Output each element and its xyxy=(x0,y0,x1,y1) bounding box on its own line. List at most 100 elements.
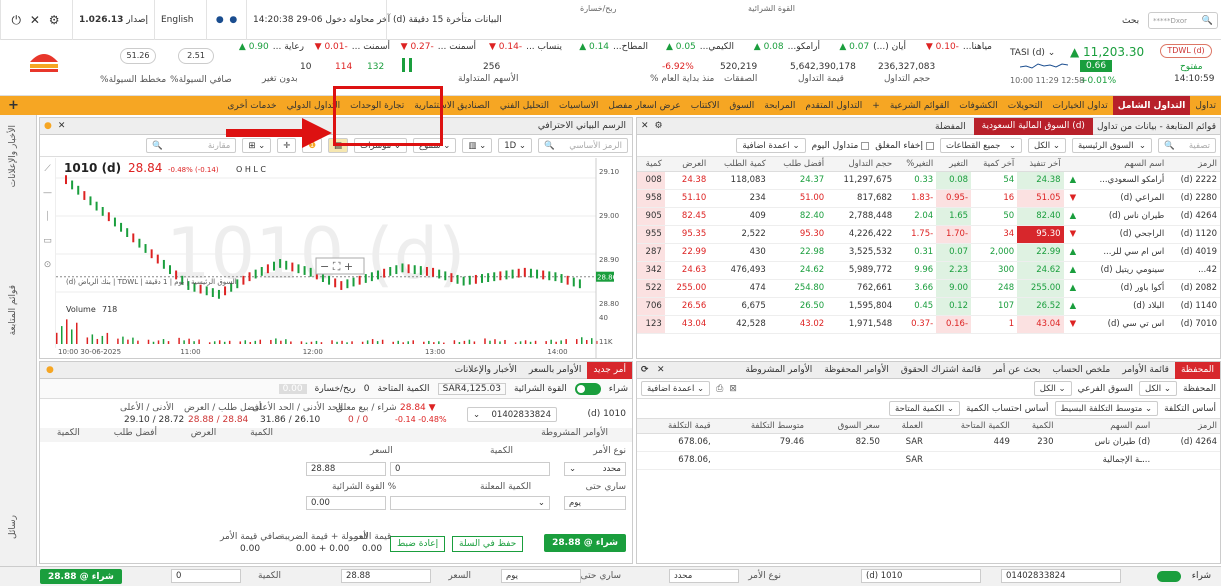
ticker-item[interactable]: المطاح...0.14 ▲ xyxy=(579,42,648,52)
buy-sell-toggle[interactable] xyxy=(574,382,601,395)
nav-item[interactable]: تجارة الوحدات xyxy=(345,101,409,111)
nav-item[interactable]: عرض اسعار مفصل xyxy=(603,101,685,111)
portfolio-column-header[interactable]: العملة xyxy=(882,419,926,434)
market-select[interactable]: السوق الرئيسية ⌄ xyxy=(1072,138,1152,153)
watchlist-row[interactable]: 2082 (d) أكوا باور (d) ▲ 255.00 248 9.00 3.66 7… xyxy=(637,279,1220,298)
portfolio-columns-button[interactable]: اعمدة اضافية ⌄ xyxy=(641,381,711,396)
portfolio-tab[interactable]: بحث عن أمر xyxy=(987,362,1046,379)
chart-type-select[interactable]: شموع ⌄ xyxy=(413,138,457,153)
sidebar-news[interactable]: الأخبار والإعلانات xyxy=(8,125,18,187)
portfolio-column-header[interactable]: الكمية xyxy=(1012,419,1057,434)
fib-icon[interactable]: ⊙ xyxy=(40,260,55,270)
watchlist-column-header[interactable]: آخر كمية xyxy=(971,157,1018,172)
order-type-select[interactable]: ⌄ محدد xyxy=(564,462,626,476)
cost-basis-select[interactable]: متوسط التكلفة البسيط ⌄ xyxy=(1054,401,1159,416)
gear-icon[interactable]: ⚙ xyxy=(49,13,60,27)
portfolio-tab[interactable]: قائمة الأوامر xyxy=(1116,362,1175,379)
ticker-item[interactable]: مياهنا...-0.10 ▼ xyxy=(926,42,992,52)
submarket-select[interactable]: الكل ⌄ xyxy=(1033,381,1072,396)
watchlist-column-header[interactable]: كمية الطلب xyxy=(709,157,769,172)
zoom-controls-icon[interactable]: − ⛶ + xyxy=(320,260,353,273)
portfolio-tab[interactable]: الأوامر المحفوظة xyxy=(818,362,895,379)
portfolio-column-header[interactable]: متوسط التكلفة xyxy=(713,419,808,434)
watchlist-column-header[interactable] xyxy=(1063,157,1080,172)
quick-price-input[interactable]: 28.88 xyxy=(341,569,431,583)
watchlist-column-header[interactable]: اسم السهم xyxy=(1079,157,1168,172)
close-portfolio-icon[interactable]: ✕ xyxy=(657,365,665,375)
watchlist-column-header[interactable]: التغير xyxy=(936,157,972,172)
watchlist-row[interactable]: 2280 (d) المراعي (d) ▼ 51.05 16 -0.95 -1.83 817… xyxy=(637,189,1220,208)
watchlist-column-header[interactable]: التغير% xyxy=(895,157,937,172)
tab-saudi-market[interactable]: السوق المالية السعودية (d) xyxy=(973,118,1093,135)
portfolio-row[interactable]: ...ـة الإجمالية SAR ,678.06 xyxy=(637,451,1220,470)
watchlist-column-header[interactable]: كمية xyxy=(637,157,665,172)
export-pdf-icon[interactable]: ⎙ xyxy=(716,384,723,394)
buy-submit-button[interactable]: شراء @ 28.88 xyxy=(544,534,626,552)
watchlist-row[interactable]: 42... سينومي ريتيل (d) ▲ 24.62 300 2.23 9.96 5,… xyxy=(637,261,1220,280)
conditional-orders-label[interactable]: الأوامر المشروطة xyxy=(290,428,632,442)
nav-item[interactable]: خدمات أخرى xyxy=(222,101,281,111)
watchlist-row[interactable]: 2222 (d) أرامكو السعودي... ▲ 24.38 54 0.08 0.3… xyxy=(637,171,1220,190)
tab-favorites[interactable]: المفضلة xyxy=(927,122,974,132)
nav-item[interactable]: تداول xyxy=(1190,101,1221,111)
nav-item[interactable]: الاكتتاب xyxy=(686,101,725,111)
all-select[interactable]: الكل ⌄ xyxy=(1028,138,1066,153)
watchlist-row[interactable]: 1140 (d) البلاد (d) ▲ 26.52 107 0.12 0.45 1,595… xyxy=(637,297,1220,316)
quick-validity[interactable]: يوم xyxy=(501,569,581,583)
ticker-item[interactable]: رعاية ...0.90 ▲ xyxy=(239,42,304,52)
refresh-icon[interactable]: ⟳ xyxy=(641,365,649,375)
tab-price-orders[interactable]: الأوامر بالسعر xyxy=(523,365,587,375)
nav-item[interactable]: التداول المتقدم xyxy=(800,101,867,111)
compare-input[interactable]: 🔍 مقارنة xyxy=(146,138,237,153)
nav-item[interactable]: السوق xyxy=(724,101,759,111)
wallet-select[interactable]: الكل ⌄ xyxy=(1139,381,1177,396)
sidebar-watchlists[interactable]: قوائم المتابعة xyxy=(8,285,18,335)
indicators-select[interactable]: مؤشرات ⌄ xyxy=(354,138,408,153)
qty-basis-select[interactable]: الكمية المتاحة ⌄ xyxy=(889,401,961,416)
nav-item[interactable]: التحويلات xyxy=(1003,101,1048,111)
ticker-item[interactable]: الكيمي...0.05 ▲ xyxy=(666,42,734,52)
nav-item[interactable]: التداول الدولي xyxy=(282,101,346,111)
nav-item[interactable]: الكشوفات xyxy=(954,101,1002,111)
add-columns-button[interactable]: اعمدة اضافية ⌄ xyxy=(736,138,806,153)
watchlist-column-header[interactable]: حجم التداول xyxy=(827,157,896,172)
nav-item[interactable]: المرابحة xyxy=(759,101,800,111)
portfolio-column-header[interactable]: اسم السهم xyxy=(1056,419,1154,434)
trendline-icon[interactable]: ⟋ xyxy=(40,164,55,174)
watchlist-row[interactable]: 7010 (d) اس تي سي (d) ▼ 43.04 1 -0.16 -0.37 1,9… xyxy=(637,315,1220,334)
watchlist-column-header[interactable]: الرمز xyxy=(1167,157,1220,172)
quick-symbol-input[interactable]: (d) 1010 xyxy=(861,569,981,583)
bp-percent-input[interactable]: 0.00 xyxy=(306,496,386,510)
chart-style-select[interactable]: ▥ ⌄ xyxy=(462,138,493,153)
watchlist-column-header[interactable]: آخر تنفيذ xyxy=(1017,157,1064,172)
nav-item[interactable]: الاساسيات xyxy=(554,101,603,111)
portfolio-row[interactable]: 4264 (d) (d) طيران ناس 230 449 SAR 82.50 79.46… xyxy=(637,433,1220,452)
index-selector[interactable]: TASI (d) ⌄ xyxy=(1010,48,1055,58)
ticker-item[interactable]: أسمنت ...-0.27 ▼ xyxy=(401,42,476,52)
portfolio-column-header[interactable]: سعر السوق xyxy=(807,419,883,434)
language-toggle[interactable]: English xyxy=(154,0,206,40)
ticker-item[interactable]: أيان (...)0.07 ▲ xyxy=(839,42,906,52)
hline-icon[interactable]: — xyxy=(40,188,55,198)
nav-item[interactable]: الصناديق الاستثمارية xyxy=(409,101,495,111)
quick-account-select[interactable]: 01402833824 xyxy=(1001,569,1121,583)
portfolio-tab[interactable]: الأوامر المشروطة xyxy=(739,362,818,379)
chart-symbol-search[interactable]: 🔍 الرمز الأساسي xyxy=(538,138,628,153)
order-symbol[interactable]: (d) 1010 xyxy=(587,409,626,419)
ticker-item[interactable]: ينساب ...-0.14 ▼ xyxy=(489,42,562,52)
interval-select[interactable]: 1D ⌄ xyxy=(498,138,532,153)
portfolio-tab[interactable]: المحفظة xyxy=(1174,362,1220,379)
price-chart[interactable]: 1010 (d) 29.10 29.00 28.90 28.80 28.86 40 11K 10… xyxy=(56,158,632,358)
market-symbol-badge[interactable]: TDWL (d) xyxy=(1160,44,1212,58)
tab-new-order[interactable]: أمر جديد xyxy=(587,362,632,379)
watchlist-column-header[interactable]: أفضل طلب xyxy=(768,157,828,172)
quantity-input[interactable]: 0 xyxy=(390,462,550,476)
sidebar-messages[interactable]: رسائل xyxy=(8,515,18,539)
traded-today-toggle[interactable]: متداول اليوم xyxy=(812,141,870,151)
power-icon[interactable]: ⏻ xyxy=(11,13,21,28)
quick-order-type[interactable]: محدد xyxy=(669,569,739,583)
ticker-item[interactable]: أرامكو...0.08 ▲ xyxy=(754,42,820,52)
reset-button[interactable]: إعادة ضبط xyxy=(390,536,446,552)
portfolio-column-header[interactable]: قيمة التكلفة xyxy=(637,419,714,434)
quick-qty-input[interactable]: 0 xyxy=(171,569,241,583)
